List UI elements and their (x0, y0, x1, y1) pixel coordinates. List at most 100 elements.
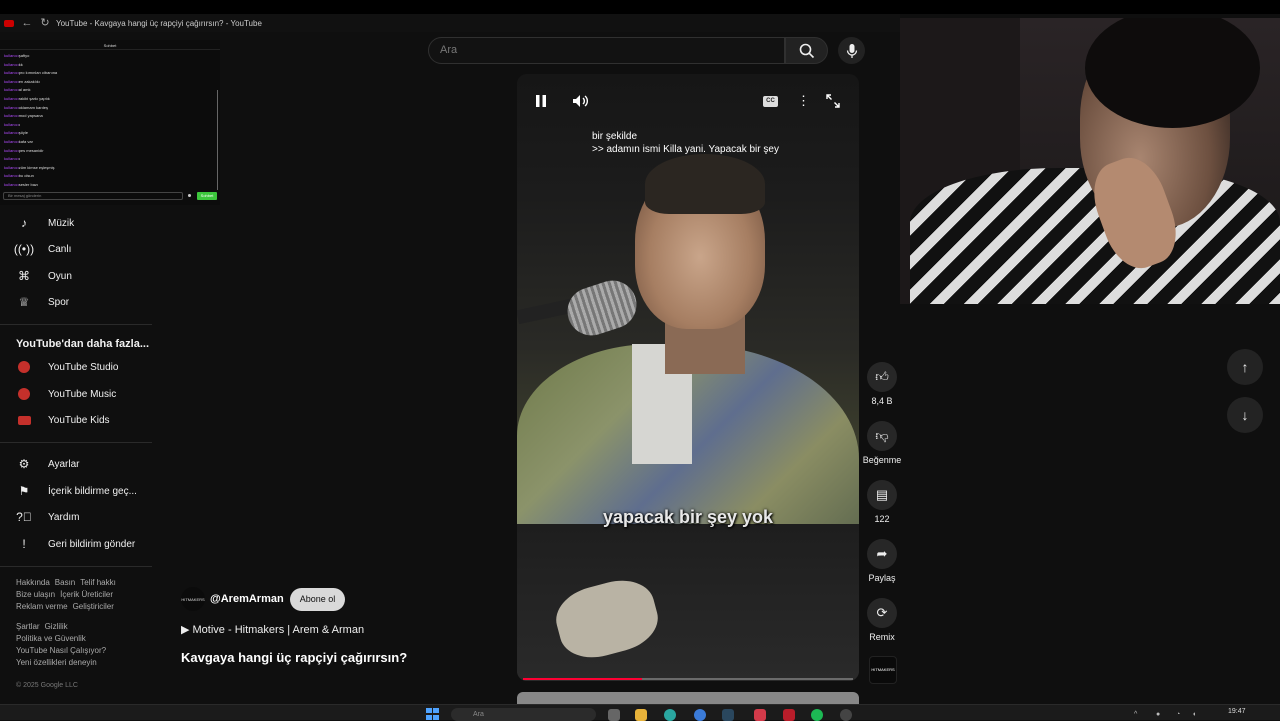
chat-username[interactable]: kullanıcı (4, 96, 19, 101)
chat-username[interactable]: kullanıcı (4, 113, 19, 118)
chat-input[interactable]: Bir mesaj gönderin (3, 192, 183, 200)
sidebar-item-label: Canlı (48, 243, 72, 255)
app-icon[interactable] (754, 709, 766, 721)
chrome-browser-icon[interactable] (694, 709, 706, 721)
footer-link[interactable]: Geliştiriciler (73, 602, 114, 611)
fullscreen-button[interactable] (826, 92, 840, 110)
chat-message: kullanıcısesler bazı (4, 181, 216, 190)
chat-message: kullanıcıen zakaklıkı (4, 78, 216, 87)
music-track-link[interactable]: ▶ Motive - Hitmakers | Arem & Arman (181, 623, 407, 636)
chat-username[interactable]: kullanıcı (4, 105, 19, 110)
sidebar-item-feedback[interactable]: ! Geri bildirim gönder (16, 534, 135, 554)
footer-link[interactable]: Şartlar (16, 622, 40, 631)
sidebar-item-youtube-studio[interactable]: YouTube Studio (16, 357, 118, 377)
steam-icon[interactable] (722, 709, 734, 721)
webcam-hair (1085, 18, 1260, 128)
app-icon[interactable] (840, 709, 852, 721)
gear-icon: ⚙ (18, 457, 30, 471)
chat-message: kullanıcıkk (4, 61, 216, 70)
spotify-icon[interactable] (811, 709, 823, 721)
sidebar-item-youtube-kids[interactable]: YouTube Kids (16, 410, 110, 430)
volume-button[interactable] (572, 92, 589, 110)
previous-short-button[interactable]: ↑ (1227, 349, 1263, 385)
chat-settings-icon[interactable] (188, 194, 191, 197)
sidebar-item-live[interactable]: ((•)) Canlı (13, 239, 72, 259)
chat-username[interactable]: kullanıcı (4, 148, 19, 153)
chat-text: kafa var (18, 138, 33, 144)
chat-username[interactable]: kullanıcı (4, 122, 19, 127)
comment-icon: ▤ (867, 480, 897, 510)
sidebar-item-youtube-music[interactable]: YouTube Music (16, 384, 116, 404)
edge-browser-icon[interactable] (664, 709, 676, 721)
like-button[interactable]: 👍︎ 8,4 B (862, 362, 902, 406)
chat-username[interactable]: kullanıcı (4, 130, 19, 135)
footer-link[interactable]: Reklam verme (16, 602, 68, 611)
app-icon[interactable] (783, 709, 795, 721)
chat-username[interactable]: kullanıcı (4, 182, 19, 187)
footer-links-4: Şartlar Gizlilik (16, 621, 73, 633)
chat-send-button[interactable]: Sohbet (197, 192, 217, 200)
chat-scrollbar[interactable] (217, 90, 218, 190)
footer-link[interactable]: İçerik Üreticiler (60, 590, 113, 599)
sidebar-item-label: Spor (48, 296, 70, 308)
chat-message-list: kullanıcışaftyo kullanıcıkk kullanıcıpro k… (4, 52, 216, 190)
chat-username[interactable]: kullanıcı (4, 53, 19, 58)
tray-chevron-icon[interactable]: ^ (1134, 711, 1137, 718)
sidebar-item-music[interactable]: ♪ Müzik (16, 213, 74, 233)
task-view-icon[interactable] (608, 709, 620, 721)
chat-username[interactable]: kullanıcı (4, 139, 19, 144)
voice-search-button[interactable] (838, 37, 865, 64)
chat-username[interactable]: kullanıcı (4, 87, 19, 92)
live-icon: ((•)) (13, 242, 35, 256)
chat-message: kullanıcımod yapsana (4, 112, 216, 121)
remix-button[interactable]: ⟳ Remix (862, 598, 902, 642)
chat-username[interactable]: kullanıcı (4, 165, 19, 170)
youtube-kids-icon (16, 412, 32, 428)
footer-link[interactable]: Bize ulaşın (16, 590, 55, 599)
trophy-icon: ♕ (18, 295, 30, 309)
captions-button[interactable]: CC (763, 92, 778, 110)
footer-link[interactable]: YouTube Nasıl Çalışıyor? (16, 645, 106, 657)
comments-button[interactable]: ▤ 122 (862, 480, 902, 524)
video-progress-bar[interactable] (523, 678, 853, 680)
subscribe-button[interactable]: Abone ol (289, 587, 346, 611)
footer-link[interactable]: Politika ve Güvenlik (16, 633, 86, 645)
volume-tray-icon[interactable]: ◖ (1192, 711, 1196, 718)
footer-link[interactable]: Yeni özellikleri deneyin (16, 657, 97, 669)
windows-start-icon[interactable] (426, 708, 440, 720)
back-arrow-icon[interactable]: ← (20, 16, 34, 30)
more-options-button[interactable]: ⋮ (797, 92, 810, 110)
footer-link[interactable]: Telif hakkı (80, 578, 116, 587)
tray-app-icon[interactable]: ● (1156, 711, 1160, 718)
reload-icon[interactable]: ↻ (38, 16, 52, 30)
expand-icon (826, 94, 840, 108)
search-input[interactable]: Ara (428, 37, 785, 64)
sidebar-item-gaming[interactable]: ⌘ Oyun (16, 266, 72, 286)
share-button[interactable]: ➦ Paylaş (862, 539, 902, 583)
search-button[interactable] (785, 37, 828, 64)
shorts-video-player[interactable]: CC ⋮ bir şekilde >> adamın ismi Killa ya… (517, 74, 859, 681)
chat-text: en zakaklıkı (18, 78, 40, 84)
sidebar-item-settings[interactable]: ⚙ Ayarlar (16, 454, 80, 474)
sidebar-item-report-history[interactable]: ⚑ İçerik bildirme geç... (16, 481, 137, 501)
footer-link[interactable]: Basın (55, 578, 75, 587)
sidebar-item-help[interactable]: ?⃝ Yardım (16, 507, 79, 527)
avatar[interactable]: HITMAKERS (181, 587, 205, 611)
dislike-button[interactable]: 👎︎ Beğenme (862, 421, 902, 465)
chat-username[interactable]: kullanıcı (4, 156, 19, 161)
chat-username[interactable]: kullanıcı (4, 62, 19, 67)
chat-username[interactable]: kullanıcı (4, 173, 19, 178)
channel-thumbnail[interactable]: HITMAKERS (869, 656, 897, 684)
wifi-icon[interactable]: ◔ (1176, 711, 1180, 718)
file-explorer-icon[interactable] (635, 709, 647, 721)
taskbar-search[interactable]: Ara (451, 708, 596, 721)
footer-link[interactable]: Hakkında (16, 578, 50, 587)
footer-link[interactable]: Gizlilik (45, 622, 68, 631)
next-short-preview[interactable] (517, 692, 859, 704)
sidebar-item-sports[interactable]: ♕ Spor (16, 292, 70, 312)
channel-handle[interactable]: @AremArman (210, 593, 284, 605)
chat-username[interactable]: kullanıcı (4, 70, 19, 75)
pause-button[interactable] (535, 92, 547, 110)
chat-username[interactable]: kullanıcı (4, 79, 19, 84)
next-short-button[interactable]: ↓ (1227, 397, 1263, 433)
